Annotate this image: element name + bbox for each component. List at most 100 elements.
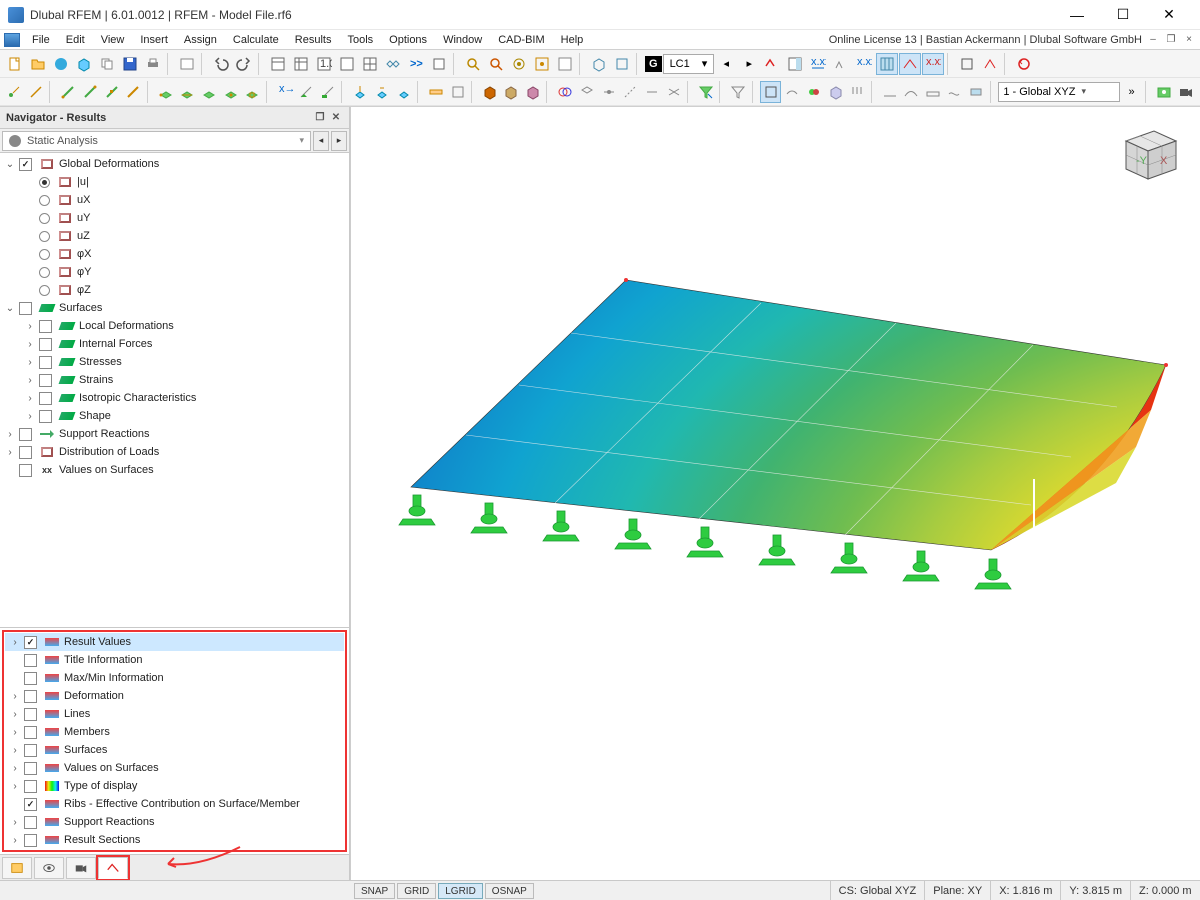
member-button-3[interactable] [101, 81, 122, 103]
tree-u[interactable]: |u| [0, 173, 349, 191]
menu-edit[interactable]: Edit [58, 32, 93, 48]
show-all-button[interactable] [531, 53, 553, 75]
show-loading-button[interactable] [847, 81, 868, 103]
minimize-button[interactable]: — [1054, 0, 1100, 30]
refresh-button[interactable] [1013, 53, 1035, 75]
calc-button[interactable]: >> [405, 53, 427, 75]
fe-mesh-button[interactable] [382, 53, 404, 75]
snap-toggle[interactable]: SNAP [354, 883, 395, 899]
tree-phiz[interactable]: φZ [0, 281, 349, 299]
expand-icon[interactable]: › [4, 447, 16, 458]
checkbox[interactable] [39, 392, 52, 405]
tree-stresses[interactable]: ›Stresses [0, 353, 349, 371]
navigator-tab-results[interactable] [98, 857, 128, 879]
analysis-next-button[interactable]: ▸ [331, 131, 347, 151]
tree-global-deformations[interactable]: ⌄ Global Deformations [0, 155, 349, 173]
expand-icon[interactable]: › [24, 393, 36, 404]
menu-file[interactable]: File [24, 32, 58, 48]
checkbox[interactable] [24, 744, 37, 757]
checkbox[interactable] [39, 320, 52, 333]
show-results-button[interactable] [879, 81, 900, 103]
analysis-type-select[interactable]: Static Analysis ▾ [2, 131, 311, 151]
save-button[interactable] [119, 53, 141, 75]
view-xy-button[interactable] [611, 53, 633, 75]
checkbox[interactable] [24, 636, 37, 649]
screenshot-button[interactable] [1154, 81, 1175, 103]
show-stress-button[interactable] [966, 81, 987, 103]
checkbox[interactable] [24, 672, 37, 685]
partial-view-button[interactable] [728, 81, 749, 103]
result-values-button-1[interactable]: x.xx [807, 53, 829, 75]
checkbox[interactable] [19, 302, 32, 315]
lgrid-toggle[interactable]: LGRID [438, 883, 483, 899]
support-button-1[interactable]: x→ [274, 81, 295, 103]
display-option-ribs[interactable]: Ribs - Effective Contribution on Surface… [5, 795, 344, 813]
grid-settings-button[interactable] [359, 53, 381, 75]
navigator-pin-icon[interactable]: ❐ [313, 111, 327, 125]
load-button-2[interactable] [372, 81, 393, 103]
tree-strains[interactable]: ›Strains [0, 371, 349, 389]
expand-icon[interactable]: › [4, 429, 16, 440]
undo-button[interactable] [210, 53, 232, 75]
tree-phix[interactable]: φX [0, 245, 349, 263]
display-option-sections[interactable]: ›Result Sections [5, 831, 344, 849]
mdi-minimize-icon[interactable]: – [1146, 33, 1160, 47]
radio[interactable] [39, 249, 50, 260]
tree-distribution[interactable]: ›Distribution of Loads [0, 443, 349, 461]
display-option-title_info[interactable]: Title Information [5, 651, 344, 669]
maximize-button[interactable]: ☐ [1100, 0, 1146, 30]
result-values-toggle[interactable]: x.xx [922, 53, 944, 75]
solid-button[interactable] [447, 81, 468, 103]
model-viewport[interactable]: 2.0 -Y X [350, 107, 1200, 880]
expand-icon[interactable]: › [9, 691, 21, 702]
grid-toggle[interactable]: GRID [397, 883, 436, 899]
loads-data-button[interactable] [290, 53, 312, 75]
expand-icon[interactable]: › [9, 781, 21, 792]
support-button-3[interactable] [318, 81, 339, 103]
navigator-close-icon[interactable]: ✕ [329, 111, 343, 125]
grid-display-toggle[interactable] [876, 53, 898, 75]
checkbox[interactable] [24, 816, 37, 829]
render-wireframe-toggle[interactable] [760, 81, 781, 103]
tree-values-surfaces[interactable]: ›xxValues on Surfaces [0, 461, 349, 479]
expand-icon[interactable]: › [24, 321, 36, 332]
merge-button[interactable] [663, 81, 684, 103]
menu-insert[interactable]: Insert [132, 32, 176, 48]
expand-icon[interactable]: › [9, 817, 21, 828]
load-button-3[interactable] [393, 81, 414, 103]
open-file-button[interactable] [27, 53, 49, 75]
navigator-tab-views[interactable] [66, 857, 96, 879]
checkbox[interactable] [24, 708, 37, 721]
display-option-support2[interactable]: ›Support Reactions [5, 813, 344, 831]
surface-button-1[interactable] [155, 81, 176, 103]
checkbox[interactable] [39, 410, 52, 423]
tree-support-reactions[interactable]: ›Support Reactions [0, 425, 349, 443]
menu-calculate[interactable]: Calculate [225, 32, 287, 48]
cloud-button[interactable] [50, 53, 72, 75]
result-diagram-toggle[interactable] [899, 53, 921, 75]
render-solid-button[interactable] [804, 81, 825, 103]
project-manager-button[interactable] [176, 53, 198, 75]
expand-icon[interactable]: › [24, 339, 36, 350]
menu-help[interactable]: Help [553, 32, 592, 48]
loadcase-prev-button[interactable]: ◂ [715, 53, 737, 75]
app-menu-button[interactable] [4, 33, 20, 47]
show-deform-button[interactable] [901, 81, 922, 103]
node-button[interactable] [4, 81, 25, 103]
menu-options[interactable]: Options [381, 32, 435, 48]
model-data-button[interactable] [267, 53, 289, 75]
surface-button-4[interactable] [220, 81, 241, 103]
tree-uz[interactable]: uZ [0, 227, 349, 245]
load-button-1[interactable] [350, 81, 371, 103]
extend-button[interactable] [642, 81, 663, 103]
surface-button-5[interactable] [242, 81, 263, 103]
menu-view[interactable]: View [93, 32, 133, 48]
checkbox[interactable] [19, 428, 32, 441]
checkbox[interactable] [19, 446, 32, 459]
checkbox[interactable] [24, 798, 37, 811]
menu-cad-bim[interactable]: CAD-BIM [490, 32, 552, 48]
redo-button[interactable] [233, 53, 255, 75]
radio[interactable] [39, 177, 50, 188]
clip-button[interactable] [956, 53, 978, 75]
find-button[interactable] [462, 53, 484, 75]
